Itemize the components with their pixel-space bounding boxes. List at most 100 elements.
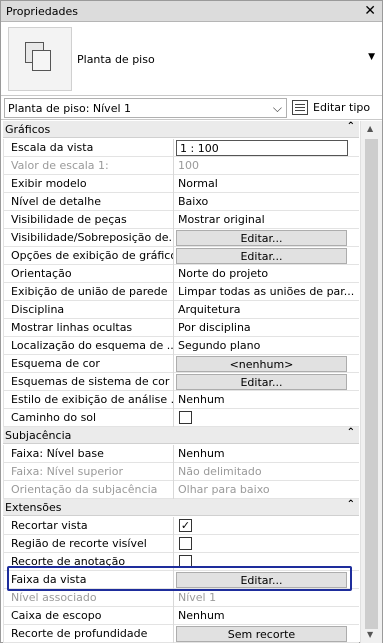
floor-plan-icon bbox=[8, 27, 72, 91]
property-row[interactable]: Visibilidade de peças Mostrar original bbox=[3, 211, 359, 229]
property-row[interactable]: Mostrar linhas ocultas Por disciplina bbox=[3, 319, 359, 337]
property-value[interactable]: Nenhum bbox=[175, 607, 359, 625]
chevron-down-icon: ⌵ bbox=[272, 101, 282, 115]
property-checkbox[interactable] bbox=[179, 411, 192, 424]
properties-window: Propriedades ✕ Planta de piso ▼ Planta d… bbox=[0, 0, 383, 643]
property-row[interactable]: Opções de exibição de gráficos Editar... bbox=[3, 247, 359, 265]
property-row[interactable]: Esquema de cor <nenhum> bbox=[3, 355, 359, 373]
property-checkbox[interactable] bbox=[179, 537, 192, 550]
property-value[interactable]: Baixo bbox=[175, 193, 359, 211]
property-label: Opções de exibição de gráficos bbox=[3, 247, 174, 265]
scrollbar-thumb[interactable] bbox=[365, 139, 378, 629]
scroll-down-icon[interactable]: ▼ bbox=[367, 630, 373, 639]
property-row[interactable]: Recortar vista ✓ bbox=[3, 517, 359, 535]
instance-filter-value: Planta de piso: Nível 1 bbox=[8, 102, 132, 115]
edit-type-label: Editar tipo bbox=[313, 101, 371, 114]
property-row[interactable]: Estilo de exibição de análise ... Nenhum bbox=[3, 391, 359, 409]
section-header[interactable]: Extensões ⌃ bbox=[3, 499, 359, 516]
property-label: Localização do esquema de ... bbox=[3, 337, 174, 355]
property-label: Faixa: Nível base bbox=[3, 445, 174, 463]
property-value[interactable]: Segundo plano bbox=[175, 337, 359, 355]
property-row[interactable]: Localização do esquema de ... Segundo pla… bbox=[3, 337, 359, 355]
property-label: Exibir modelo bbox=[3, 175, 174, 193]
property-value[interactable]: Mostrar original bbox=[175, 211, 359, 229]
property-label: Nível de detalhe bbox=[3, 193, 174, 211]
property-edit-button[interactable]: Editar... bbox=[176, 248, 347, 264]
chevron-up-icon[interactable]: ⌃ bbox=[347, 427, 355, 438]
property-label: Caixa de escopo bbox=[3, 607, 174, 625]
property-row[interactable]: Caminho do sol bbox=[3, 409, 359, 427]
property-row[interactable]: Orientação Norte do projeto bbox=[3, 265, 359, 283]
property-label: Visibilidade/Sobreposição de... bbox=[3, 229, 174, 247]
property-row[interactable]: Faixa: Nível base Nenhum bbox=[3, 445, 359, 463]
property-value: Nível 1 bbox=[178, 591, 217, 604]
title-bar: Propriedades ✕ bbox=[1, 1, 382, 22]
property-row[interactable]: Caixa de escopo Nenhum bbox=[3, 607, 359, 625]
property-row[interactable]: Escala da vista 1 : 100 bbox=[3, 139, 359, 157]
properties-grid: Gráficos ⌃ Escala da vista 1 : 100 Valor de … bbox=[3, 121, 359, 643]
property-label: Região de recorte visível bbox=[3, 535, 174, 553]
property-row[interactable]: Orientação da subjacência Olhar para baix… bbox=[3, 481, 359, 499]
section-title: Extensões bbox=[5, 501, 62, 514]
property-edit-button[interactable]: Sem recorte bbox=[176, 626, 347, 642]
property-row[interactable]: Recorte de profundidade Sem recorte bbox=[3, 625, 359, 643]
property-label: Recorte de profundidade bbox=[3, 625, 174, 643]
property-row[interactable]: Faixa: Nível superior Não delimitado bbox=[3, 463, 359, 481]
property-value: 100 bbox=[178, 159, 199, 172]
property-edit-button[interactable]: Editar... bbox=[176, 230, 347, 246]
chevron-down-icon[interactable]: ▼ bbox=[368, 52, 375, 62]
edit-type-icon bbox=[292, 100, 308, 115]
scroll-up-icon[interactable]: ▲ bbox=[367, 124, 373, 133]
property-label: Exibição de união de parede bbox=[3, 283, 174, 301]
property-value: Não delimitado bbox=[178, 465, 262, 478]
property-value[interactable]: Nenhum bbox=[175, 391, 359, 409]
instance-filter-row: Planta de piso: Nível 1 ⌵ Editar tipo bbox=[1, 96, 382, 120]
property-row[interactable]: Região de recorte visível bbox=[3, 535, 359, 553]
property-label: Disciplina bbox=[3, 301, 174, 319]
property-label: Estilo de exibição de análise ... bbox=[3, 391, 174, 409]
property-value-input[interactable]: 1 : 100 bbox=[176, 140, 348, 156]
type-selector[interactable]: Planta de piso ▼ bbox=[1, 22, 382, 96]
property-label: Mostrar linhas ocultas bbox=[3, 319, 174, 337]
property-row[interactable]: Valor de escala 1: 100 bbox=[3, 157, 359, 175]
chevron-up-icon[interactable]: ⌃ bbox=[347, 121, 355, 132]
property-row[interactable]: Visibilidade/Sobreposição de... Editar... bbox=[3, 229, 359, 247]
property-label: Recortar vista bbox=[3, 517, 174, 535]
property-label: Orientação da subjacência bbox=[3, 481, 174, 499]
property-row[interactable]: Nível associado Nível 1 bbox=[3, 589, 359, 607]
property-value[interactable]: Limpar todas as uniões de par... bbox=[175, 283, 359, 301]
property-row[interactable]: Disciplina Arquitetura bbox=[3, 301, 359, 319]
type-name: Planta de piso bbox=[77, 53, 155, 66]
close-icon[interactable]: ✕ bbox=[364, 2, 376, 20]
property-row[interactable]: Nível de detalhe Baixo bbox=[3, 193, 359, 211]
property-checkbox[interactable]: ✓ bbox=[179, 519, 192, 532]
property-label: Escala da vista bbox=[3, 139, 174, 157]
property-row[interactable]: Exibir modelo Normal bbox=[3, 175, 359, 193]
property-value: Olhar para baixo bbox=[178, 483, 270, 496]
property-row[interactable]: Esquemas de sistema de cor Editar... bbox=[3, 373, 359, 391]
property-label: Orientação bbox=[3, 265, 174, 283]
property-label: Faixa: Nível superior bbox=[3, 463, 174, 481]
property-value[interactable]: Nenhum bbox=[175, 445, 359, 463]
property-edit-button[interactable]: <nenhum> bbox=[176, 356, 347, 372]
section-header[interactable]: Subjacência ⌃ bbox=[3, 427, 359, 444]
property-value[interactable]: Norte do projeto bbox=[175, 265, 359, 283]
property-value[interactable]: Arquitetura bbox=[175, 301, 359, 319]
property-label: Visibilidade de peças bbox=[3, 211, 174, 229]
section-title: Gráficos bbox=[5, 123, 51, 136]
edit-type-button[interactable]: Editar tipo bbox=[292, 98, 380, 118]
window-title: Propriedades bbox=[6, 5, 78, 18]
property-label: Esquemas de sistema de cor bbox=[3, 373, 174, 391]
instance-filter-dropdown[interactable]: Planta de piso: Nível 1 ⌵ bbox=[4, 98, 287, 118]
property-label: Caminho do sol bbox=[3, 409, 174, 427]
property-label: Valor de escala 1: bbox=[3, 157, 174, 175]
section-header[interactable]: Gráficos ⌃ bbox=[3, 121, 359, 138]
property-value[interactable]: Normal bbox=[175, 175, 359, 193]
vertical-scrollbar[interactable]: ▲ ▼ bbox=[360, 121, 382, 643]
property-value[interactable]: Por disciplina bbox=[175, 319, 359, 337]
property-edit-button[interactable]: Editar... bbox=[176, 374, 347, 390]
chevron-up-icon[interactable]: ⌃ bbox=[347, 499, 355, 510]
property-label: Nível associado bbox=[3, 589, 174, 607]
property-row[interactable]: Exibição de união de parede Limpar todas … bbox=[3, 283, 359, 301]
highlight-box bbox=[7, 566, 352, 591]
